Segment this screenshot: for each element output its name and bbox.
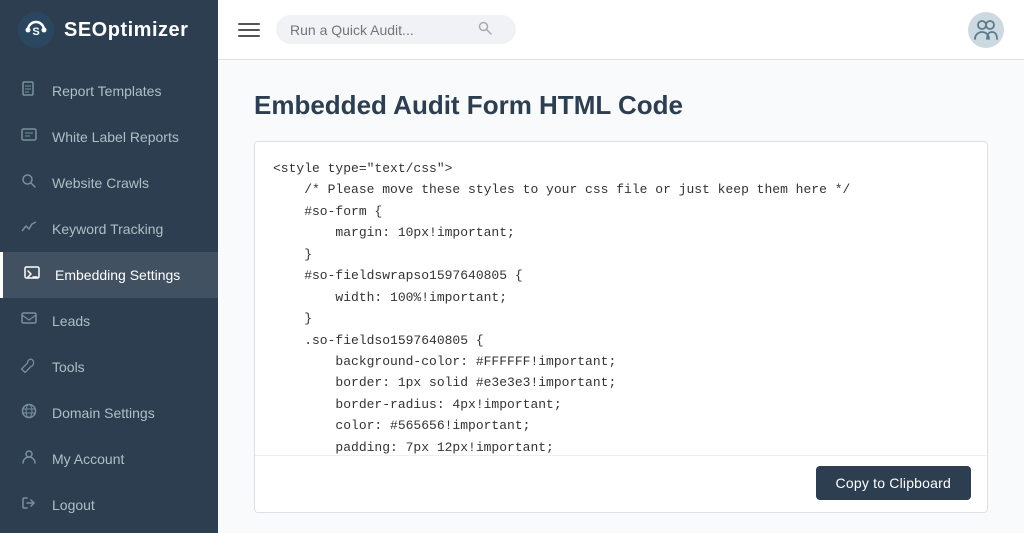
sidebar-item-keyword-tracking[interactable]: Keyword Tracking	[0, 206, 218, 252]
sidebar-item-my-account-label: My Account	[52, 451, 124, 467]
sidebar-item-white-label-label: White Label Reports	[52, 129, 179, 145]
sidebar-nav: Report Templates White Label Reports Web…	[0, 60, 218, 533]
sidebar-item-logout[interactable]: Logout	[0, 482, 218, 528]
sidebar-item-keyword-tracking-label: Keyword Tracking	[52, 221, 163, 237]
code-block: <style type="text/css"> /* Please move t…	[273, 158, 969, 455]
sidebar-item-domain-settings[interactable]: Domain Settings	[0, 390, 218, 436]
brand-name: SEOptimizer	[64, 19, 188, 42]
topbar-right	[968, 12, 1004, 48]
search-bar	[276, 15, 516, 44]
sidebar-item-report-templates-label: Report Templates	[52, 83, 161, 99]
sidebar-item-tools-label: Tools	[52, 359, 85, 375]
sidebar-item-embedding-settings[interactable]: Embedding Settings	[0, 252, 218, 298]
sidebar-item-tools[interactable]: Tools	[0, 344, 218, 390]
website-crawls-icon	[18, 173, 40, 193]
user-avatar[interactable]	[968, 12, 1004, 48]
code-container: <style type="text/css"> /* Please move t…	[254, 141, 988, 513]
svg-text:S: S	[32, 26, 39, 38]
sidebar-item-white-label-reports[interactable]: White Label Reports	[0, 114, 218, 160]
copy-button-row: Copy to Clipboard	[255, 455, 987, 512]
main-content: Embedded Audit Form HTML Code <style typ…	[218, 60, 1024, 533]
sidebar-item-embedding-settings-label: Embedding Settings	[55, 267, 180, 283]
page-title: Embedded Audit Form HTML Code	[254, 90, 988, 121]
white-label-icon	[18, 127, 40, 147]
code-scroll-area[interactable]: <style type="text/css"> /* Please move t…	[255, 142, 987, 455]
seoptimizer-logo-icon: S	[18, 12, 54, 48]
sidebar: S SEOptimizer Report Templates White Lab…	[0, 0, 218, 533]
sidebar-item-logout-label: Logout	[52, 497, 95, 513]
keyword-tracking-icon	[18, 219, 40, 239]
sidebar-item-website-crawls-label: Website Crawls	[52, 175, 149, 191]
sidebar-item-report-templates[interactable]: Report Templates	[0, 68, 218, 114]
my-account-icon	[18, 449, 40, 469]
search-icon	[478, 21, 492, 38]
main-area: Embedded Audit Form HTML Code <style typ…	[218, 0, 1024, 533]
sidebar-logo: S SEOptimizer	[0, 0, 218, 60]
hamburger-menu[interactable]	[238, 23, 260, 37]
sidebar-item-leads[interactable]: Leads	[0, 298, 218, 344]
sidebar-item-domain-settings-label: Domain Settings	[52, 405, 155, 421]
embedding-settings-icon	[21, 265, 43, 285]
leads-icon	[18, 311, 40, 331]
topbar-left	[238, 15, 516, 44]
tools-icon	[18, 357, 40, 377]
domain-settings-icon	[18, 403, 40, 423]
copy-to-clipboard-button[interactable]: Copy to Clipboard	[816, 466, 971, 500]
report-templates-icon	[18, 81, 40, 101]
search-input[interactable]	[290, 22, 470, 38]
topbar	[218, 0, 1024, 60]
sidebar-item-my-account[interactable]: My Account	[0, 436, 218, 482]
sidebar-item-leads-label: Leads	[52, 313, 90, 329]
sidebar-item-website-crawls[interactable]: Website Crawls	[0, 160, 218, 206]
logout-icon	[18, 495, 40, 515]
